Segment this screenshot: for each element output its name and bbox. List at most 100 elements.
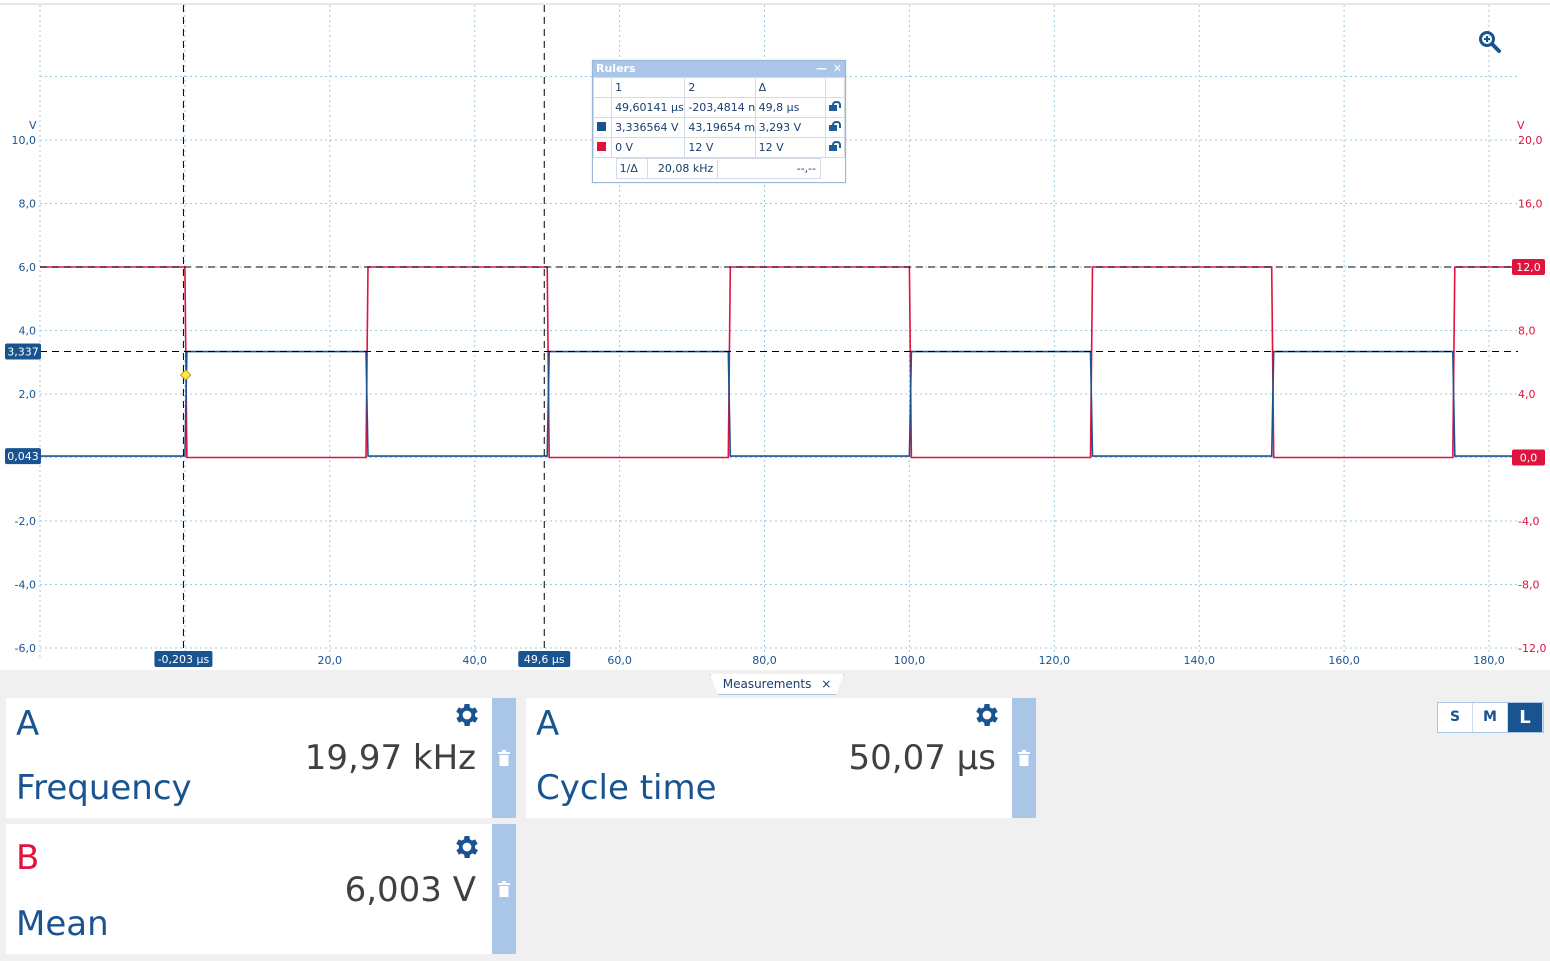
rulers-title: Rulers bbox=[596, 62, 636, 75]
left-marker-lower[interactable]: 0,043 bbox=[5, 448, 41, 464]
right-axis: 20,0 16,0 8,0 4,0 -4,0 -8,0 -12,0 bbox=[1518, 134, 1546, 655]
trigger-marker[interactable] bbox=[181, 370, 191, 380]
oscilloscope-view[interactable]: 3,3370,04312,00,0-0,203 µs49,6 µs 10,08,… bbox=[0, 0, 1550, 670]
trace-channel-b bbox=[40, 267, 1518, 458]
x-tick-label: 100,0 bbox=[894, 654, 926, 667]
card-value: 19,97 kHz bbox=[305, 738, 476, 778]
left-axis: 10,0 8,0 6,0 4,0 2,0 -2,0 -4,0 -6,0 bbox=[12, 134, 37, 655]
card-value: 6,003 V bbox=[345, 870, 476, 910]
rulers-b-delta: 12 V bbox=[755, 138, 825, 158]
rulers-table: 1 2 Δ 49,60141 µs -203,4814 ns 49,8 µs 3… bbox=[593, 77, 845, 158]
rulers-close-button[interactable]: ✕ bbox=[833, 61, 842, 77]
rulers-b-2: 12 V bbox=[685, 138, 755, 158]
left-tick-label: 8,0 bbox=[19, 198, 37, 211]
zoom-icon[interactable] bbox=[1478, 30, 1502, 58]
right-axis-unit: V bbox=[1517, 119, 1525, 132]
gear-icon[interactable] bbox=[452, 700, 482, 734]
measurements-tab[interactable]: Measurements × bbox=[710, 674, 844, 695]
left-marker-lower-text: 0,043 bbox=[7, 450, 39, 463]
rulers-freq-value: 20,08 kHz bbox=[647, 159, 717, 179]
right-tick-label: 4,0 bbox=[1518, 388, 1536, 401]
x-tick-label: 140,0 bbox=[1183, 654, 1215, 667]
left-tick-label: -4,0 bbox=[15, 579, 36, 592]
x-tick-label: 40,0 bbox=[462, 654, 487, 667]
right-tick-label: 8,0 bbox=[1518, 325, 1536, 338]
right-tick-label: 20,0 bbox=[1518, 134, 1543, 147]
x-tick-label: 120,0 bbox=[1039, 654, 1071, 667]
size-large-button[interactable]: L bbox=[1508, 703, 1543, 732]
lock-icon[interactable] bbox=[829, 102, 839, 111]
left-tick-label: 2,0 bbox=[19, 388, 37, 401]
card-label: Frequency bbox=[16, 768, 192, 808]
trash-icon[interactable] bbox=[1018, 750, 1030, 770]
right-tick-label: -4,0 bbox=[1518, 515, 1539, 528]
right-marker-lower[interactable]: 0,0 bbox=[1512, 450, 1545, 466]
left-tick-label: 10,0 bbox=[12, 134, 37, 147]
x-tick-label: 60,0 bbox=[607, 654, 632, 667]
gear-icon[interactable] bbox=[452, 832, 482, 866]
rulers-col-delta: Δ bbox=[755, 78, 825, 98]
left-tick-label: -2,0 bbox=[15, 515, 36, 528]
right-tick-label: -8,0 bbox=[1518, 579, 1539, 592]
x-tick-label: 160,0 bbox=[1328, 654, 1360, 667]
rulers-frequency-row: 1/Δ 20,08 kHz --,-- bbox=[593, 158, 821, 179]
rulers-time-2: -203,4814 ns bbox=[685, 98, 755, 118]
left-tick-label: 4,0 bbox=[19, 325, 37, 338]
size-small-button[interactable]: S bbox=[1438, 703, 1473, 732]
trash-icon[interactable] bbox=[498, 881, 510, 901]
lock-icon[interactable] bbox=[829, 142, 839, 151]
rulers-a-delta: 3,293 V bbox=[755, 118, 825, 138]
trace-channel-a bbox=[40, 352, 1518, 457]
measurement-card-cycle-time[interactable]: A 50,07 µs Cycle time bbox=[526, 698, 1036, 818]
lock-icon[interactable] bbox=[829, 122, 839, 131]
x-axis: 20,0 40,0 60,0 80,0 100,0 120,0 140,0 160,0 180,… bbox=[318, 654, 1505, 667]
right-tick-label: 16,0 bbox=[1518, 198, 1543, 211]
left-marker-upper-text: 3,337 bbox=[7, 346, 39, 359]
right-marker-upper-text: 12,0 bbox=[1516, 261, 1541, 274]
channel-a-swatch bbox=[597, 122, 606, 131]
x-tick-label: 80,0 bbox=[752, 654, 777, 667]
size-medium-button[interactable]: M bbox=[1473, 703, 1508, 732]
right-marker-upper[interactable]: 12,0 bbox=[1512, 259, 1545, 275]
ruler1-time-tag[interactable]: -0,203 µs bbox=[154, 651, 212, 667]
left-marker-upper[interactable]: 3,337 bbox=[5, 344, 41, 360]
card-label: Cycle time bbox=[536, 768, 717, 808]
rulers-a-2: 43,19654 mV bbox=[685, 118, 755, 138]
rulers-time-1: 49,60141 µs bbox=[612, 98, 685, 118]
rulers-a-1: 3,336564 V bbox=[612, 118, 685, 138]
ruler2-time-tag-text: 49,6 µs bbox=[524, 653, 565, 666]
rulers-col-1: 1 bbox=[612, 78, 685, 98]
traces bbox=[40, 267, 1518, 458]
measurement-card-frequency[interactable]: A 19,97 kHz Frequency bbox=[6, 698, 516, 818]
measurement-card-mean[interactable]: B 6,003 V Mean bbox=[6, 824, 516, 954]
measurements-tab-label: Measurements bbox=[723, 677, 812, 691]
left-axis-unit: V bbox=[29, 119, 37, 132]
card-size-toggle[interactable]: S M L bbox=[1437, 702, 1544, 733]
right-marker-lower-text: 0,0 bbox=[1520, 452, 1538, 465]
x-tick-label: 20,0 bbox=[318, 654, 343, 667]
x-tick-label: 180,0 bbox=[1473, 654, 1505, 667]
rulers-header[interactable]: Rulers — ✕ bbox=[593, 61, 845, 77]
ruler1-time-tag-text: -0,203 µs bbox=[158, 653, 210, 666]
card-channel: A bbox=[536, 704, 559, 744]
channel-b-swatch bbox=[597, 142, 606, 151]
left-tick-label: 6,0 bbox=[19, 261, 37, 274]
ruler2-time-tag[interactable]: 49,6 µs bbox=[518, 651, 570, 667]
trash-icon[interactable] bbox=[498, 750, 510, 770]
right-tick-label: -12,0 bbox=[1518, 642, 1546, 655]
card-sidebar bbox=[492, 824, 516, 954]
card-channel: A bbox=[16, 704, 39, 744]
gear-icon[interactable] bbox=[972, 700, 1002, 734]
rulers-minimize-button[interactable]: — bbox=[816, 61, 827, 77]
measurements-tab-close[interactable]: × bbox=[821, 677, 831, 691]
rulers-freq-extra: --,-- bbox=[718, 159, 821, 179]
card-sidebar bbox=[1012, 698, 1036, 818]
rulers-panel[interactable]: Rulers — ✕ 1 2 Δ 49,60141 µs -203,4814 n… bbox=[592, 60, 846, 183]
rulers-col-2: 2 bbox=[685, 78, 755, 98]
rulers-b-1: 0 V bbox=[612, 138, 685, 158]
card-sidebar bbox=[492, 698, 516, 818]
rulers-time-delta: 49,8 µs bbox=[755, 98, 825, 118]
card-value: 50,07 µs bbox=[849, 738, 997, 778]
left-tick-label: -6,0 bbox=[15, 642, 36, 655]
card-label: Mean bbox=[16, 904, 109, 944]
